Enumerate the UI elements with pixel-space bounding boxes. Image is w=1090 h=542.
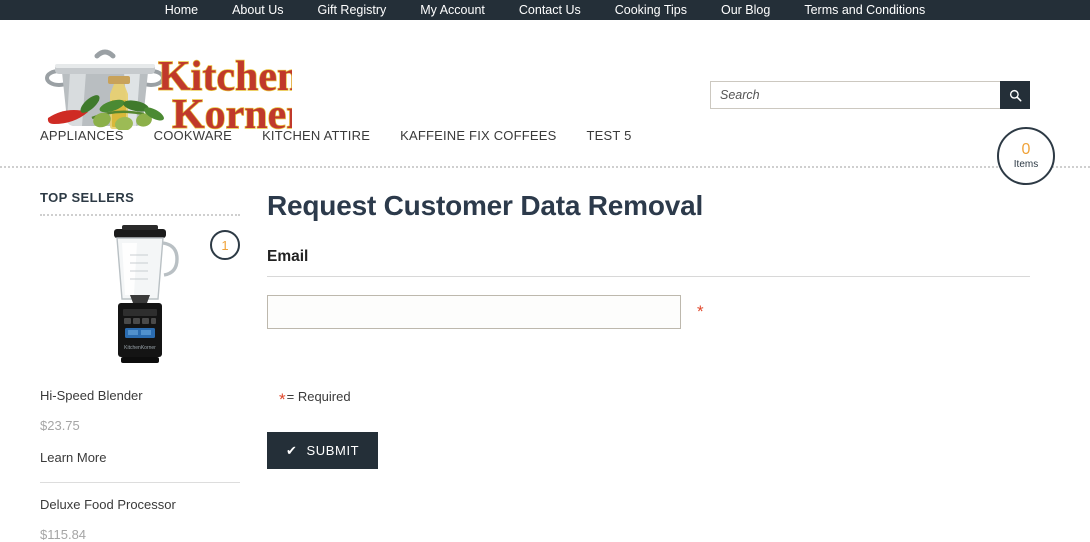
product-name[interactable]: Hi-Speed Blender [40, 388, 240, 403]
product-rank-badge: 1 [210, 230, 240, 260]
site-header: Kitchen Korner [0, 20, 1090, 130]
product-name[interactable]: Deluxe Food Processor [40, 497, 240, 512]
top-utility-bar: Home About Us Gift Registry My Account C… [0, 0, 1090, 20]
category-item-test-5[interactable]: TEST 5 [587, 124, 652, 147]
top-nav-item-cooking-tips[interactable]: Cooking Tips [598, 0, 704, 20]
search-bar [710, 81, 1030, 109]
email-label-divider [267, 276, 1030, 277]
list-item: 1 KitchenKorner Hi-Speed Blender $23.75 … [40, 224, 240, 467]
category-item-cookware[interactable]: COOKWARE [154, 124, 252, 147]
category-item-kitchen-attire[interactable]: KITCHEN ATTIRE [262, 124, 390, 147]
required-asterisk: * [697, 302, 704, 321]
required-legend-text: = Required [286, 389, 351, 404]
main-content: Request Customer Data Removal Email * * … [240, 190, 1090, 542]
top-nav-item-about-us[interactable]: About Us [215, 0, 300, 20]
required-legend: * = Required [279, 389, 1030, 409]
top-nav: Home About Us Gift Registry My Account C… [148, 0, 943, 20]
product-price: $115.84 [40, 527, 87, 542]
category-item-kaffeine-fix-coffees[interactable]: KAFFEINE FIX COFFEES [400, 124, 576, 147]
top-nav-item-gift-registry[interactable]: Gift Registry [301, 0, 404, 20]
top-nav-item-contact-us[interactable]: Contact Us [502, 0, 598, 20]
search-input[interactable] [710, 81, 1000, 109]
product-price: $23.75 [40, 418, 80, 433]
product-divider [40, 482, 240, 483]
top-nav-item-home[interactable]: Home [148, 0, 215, 20]
cart-count: 0 [1021, 141, 1031, 158]
search-icon [1009, 89, 1021, 101]
check-icon: ✔ [286, 443, 298, 458]
svg-text:KitchenKorner: KitchenKorner [124, 345, 156, 351]
cart-label: Items [1013, 159, 1039, 170]
top-nav-item-my-account[interactable]: My Account [403, 0, 502, 20]
sidebar: TOP SELLERS 1 KitchenKorner Hi-Speed Ble… [0, 190, 240, 542]
submit-button[interactable]: ✔ SUBMIT [267, 432, 379, 469]
email-input-row: * [267, 295, 1030, 329]
sidebar-heading: TOP SELLERS [40, 190, 135, 205]
required-legend-asterisk: * [279, 389, 286, 409]
site-logo[interactable]: Kitchen Korner [40, 42, 292, 130]
category-item-appliances[interactable]: APPLIANCES [40, 124, 144, 147]
email-field-label: Email [267, 248, 309, 265]
submit-button-label: SUBMIT [306, 443, 360, 458]
cooking-pot-logo: Kitchen Korner [45, 49, 292, 130]
search-button[interactable] [1000, 81, 1030, 109]
email-field[interactable] [267, 295, 681, 329]
top-nav-item-terms-and-conditions[interactable]: Terms and Conditions [787, 0, 942, 20]
page-title: Request Customer Data Removal [267, 190, 704, 221]
category-nav: APPLIANCES COOKWARE KITCHEN ATTIRE KAFFE… [0, 124, 1090, 185]
list-item: Deluxe Food Processor $115.84 [40, 497, 240, 542]
cart-badge[interactable]: 0 Items [997, 127, 1055, 185]
blender-icon: KitchenKorner [114, 225, 179, 363]
sidebar-divider [40, 214, 240, 216]
page-layout: TOP SELLERS 1 KitchenKorner Hi-Speed Ble… [0, 168, 1090, 542]
top-nav-item-our-blog[interactable]: Our Blog [704, 0, 787, 20]
product-learn-more-link[interactable]: Learn More [40, 450, 106, 465]
